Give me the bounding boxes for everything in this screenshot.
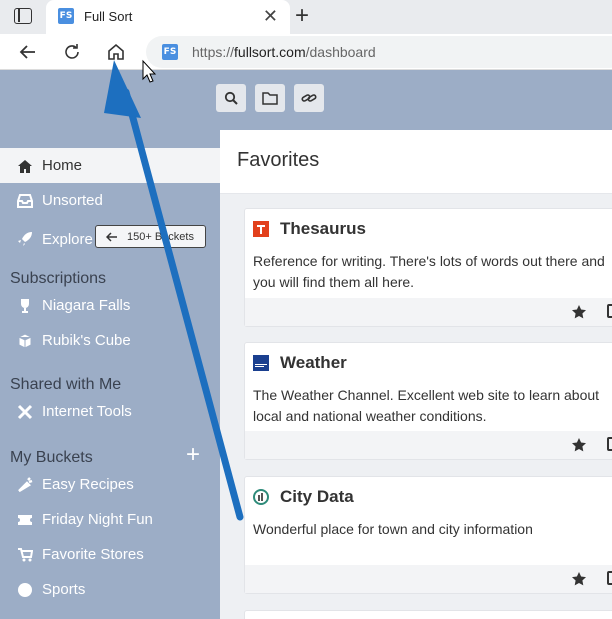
- card-footer: [245, 565, 612, 593]
- card-description: Wonderful place for town and city inform…: [253, 521, 533, 537]
- sidebar-item-label: Home: [42, 157, 83, 174]
- bookmark-card[interactable]: City Data Wonderful place for town and c…: [244, 476, 612, 594]
- card-title[interactable]: Weather: [280, 353, 347, 373]
- inbox-icon: [16, 192, 34, 210]
- sidebar-item-label: Niagara Falls: [42, 297, 131, 314]
- cart-icon: [16, 546, 34, 564]
- address-favicon-icon: FS: [162, 44, 178, 60]
- close-tab-icon[interactable]: ✕: [263, 6, 278, 26]
- star-icon[interactable]: [571, 304, 587, 320]
- sidebar-item-friday-night-fun[interactable]: Friday Night Fun: [0, 502, 220, 537]
- browser-tab-bar: FS Full Sort ✕ +: [0, 0, 612, 34]
- my-buckets-heading: My Buckets +: [0, 439, 220, 469]
- browser-toolbar: FS https://fullsort.com/dashboard: [0, 34, 612, 70]
- sidebar-item-sports[interactable]: Sports: [0, 572, 220, 607]
- weather-channel-logo-icon: [253, 355, 269, 371]
- sidebar-item-explore[interactable]: Explore 150+ Buckets: [0, 218, 220, 260]
- sidebar-item-label: Internet Tools: [42, 403, 132, 420]
- tab-title: Full Sort: [84, 9, 133, 24]
- edit-icon[interactable]: [607, 304, 612, 318]
- subscriptions-heading: Subscriptions: [10, 270, 107, 287]
- back-button[interactable]: [14, 38, 42, 66]
- rocket-icon: [16, 230, 34, 248]
- refresh-button[interactable]: [58, 38, 86, 66]
- my-buckets-label: My Buckets: [10, 449, 93, 466]
- search-button[interactable]: [216, 84, 246, 112]
- home-outline-icon: [108, 43, 124, 60]
- folder-button[interactable]: [255, 84, 285, 112]
- card-title[interactable]: City Data: [280, 487, 354, 507]
- edit-icon[interactable]: [607, 571, 612, 585]
- browser-tab[interactable]: FS Full Sort ✕: [46, 0, 290, 34]
- cube-icon: [16, 332, 34, 350]
- trophy-icon: [16, 297, 34, 315]
- main-header: Favorites: [220, 130, 612, 194]
- sidebar-item-label: Sports: [42, 581, 86, 598]
- url-text: https://fullsort.com/dashboard: [192, 44, 376, 60]
- sidebar-item-niagara-falls[interactable]: Niagara Falls: [0, 288, 220, 323]
- city-data-logo-icon: [253, 489, 269, 505]
- top-tool-buttons: [216, 84, 324, 112]
- home-button[interactable]: [102, 38, 130, 66]
- sidebar-item-rubiks-cube[interactable]: Rubik's Cube: [0, 323, 220, 358]
- shared-heading: Shared with Me: [10, 376, 122, 393]
- ball-icon: [16, 581, 34, 599]
- back-arrow-icon: [19, 45, 35, 59]
- add-bucket-icon[interactable]: +: [186, 441, 200, 469]
- sidebar-item-internet-tools[interactable]: Internet Tools: [0, 394, 220, 429]
- sidebar-item-home[interactable]: Home: [0, 148, 220, 183]
- new-tab-icon[interactable]: +: [295, 3, 309, 29]
- folder-icon: [262, 92, 278, 105]
- link-button[interactable]: [294, 84, 324, 112]
- site-favicon-icon: FS: [58, 8, 74, 24]
- bookmark-card-partial[interactable]: [244, 610, 612, 619]
- card-description: Reference for writing. There's lots of w…: [253, 253, 605, 290]
- bookmark-card[interactable]: Weather The Weather Channel. Excellent w…: [244, 342, 612, 460]
- address-bar[interactable]: FS https://fullsort.com/dashboard: [146, 36, 612, 68]
- bookmark-card[interactable]: Thesaurus Reference for writing. There's…: [244, 208, 612, 327]
- card-footer: [245, 431, 612, 459]
- search-icon: [224, 91, 238, 105]
- tools-icon: [16, 403, 34, 421]
- refresh-icon: [65, 44, 79, 59]
- sidebar-item-easy-recipes[interactable]: Easy Recipes: [0, 467, 220, 502]
- page-content: Home Unsorted Explore 150+ Buckets Subsc…: [0, 70, 612, 619]
- sidebar-item-label: Explore: [42, 230, 93, 248]
- edit-icon[interactable]: [607, 437, 612, 451]
- sidebar-item-label: Favorite Stores: [42, 546, 144, 563]
- main-panel: Favorites Thesaurus Reference for writin…: [220, 130, 612, 619]
- star-icon[interactable]: [571, 437, 587, 453]
- explore-badge-label: 150+ Buckets: [127, 230, 194, 243]
- sidebar-item-label: Rubik's Cube: [42, 332, 131, 349]
- sidebar: Home Unsorted Explore 150+ Buckets Subsc…: [0, 148, 220, 607]
- sidebar-item-label: Friday Night Fun: [42, 511, 153, 528]
- star-icon[interactable]: [571, 571, 587, 587]
- sidebar-item-unsorted[interactable]: Unsorted: [0, 183, 220, 218]
- page-title: Favorites: [237, 149, 320, 171]
- link-icon: [301, 94, 317, 102]
- sidebar-item-label: Easy Recipes: [42, 476, 134, 493]
- explore-buckets-badge[interactable]: 150+ Buckets: [95, 225, 206, 248]
- arrow-left-icon: [106, 231, 117, 242]
- card-title[interactable]: Thesaurus: [280, 219, 366, 239]
- sidebar-item-favorite-stores[interactable]: Favorite Stores: [0, 537, 220, 572]
- home-icon: [16, 157, 34, 175]
- ticket-icon: [16, 511, 34, 529]
- card-description: The Weather Channel. Excellent web site …: [253, 387, 600, 424]
- tab-actions-icon[interactable]: [14, 8, 32, 24]
- carrot-icon: [16, 476, 34, 494]
- sidebar-item-label: Unsorted: [42, 192, 103, 209]
- thesaurus-logo-icon: [253, 221, 269, 237]
- card-footer: [245, 298, 612, 326]
